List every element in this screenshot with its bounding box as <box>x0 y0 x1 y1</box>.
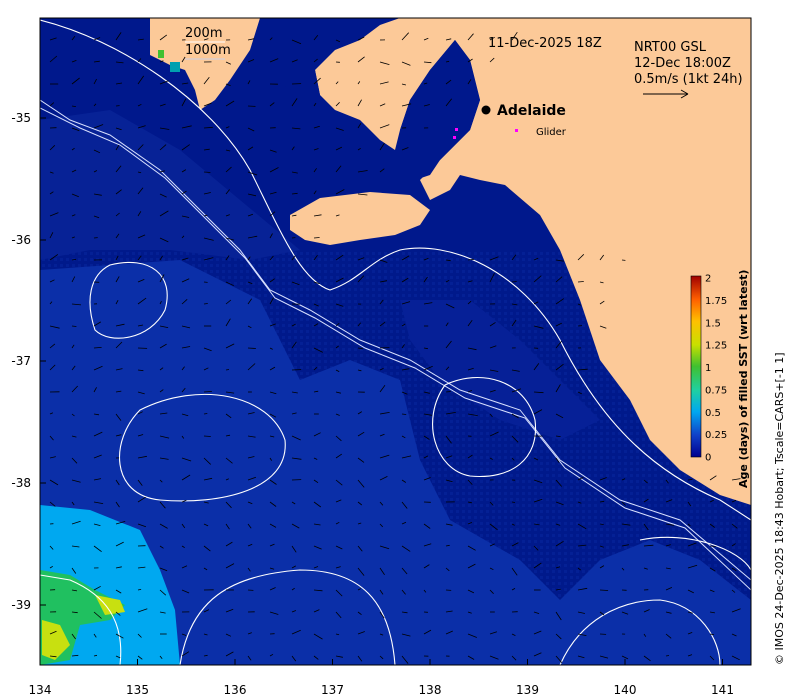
y-tick-label: -38 <box>11 476 31 490</box>
x-tick-label: 134 <box>29 683 52 697</box>
colorbar-tick-label: 2 <box>705 274 711 285</box>
nearshore-patch <box>158 50 164 58</box>
current-vector <box>709 545 716 547</box>
current-vector <box>203 171 211 173</box>
current-vector <box>665 655 670 657</box>
current-vector <box>203 435 211 437</box>
model-time-label: 12-Dec 18:00Z <box>634 56 731 71</box>
current-vector <box>599 589 609 591</box>
x-tick-label: 137 <box>321 683 344 697</box>
current-vector <box>203 413 208 415</box>
credit-text: © IMOS 24-Dec-2025 18:43 Hobart; Tscale=… <box>773 352 786 665</box>
sst-map: 200m 1000m 11-Dec-2025 18Z NRT00 GSL 12-… <box>11 17 786 697</box>
model-label: NRT00 GSL <box>634 40 707 55</box>
adelaide-marker <box>481 105 491 115</box>
colorbar-tick-label: 1.25 <box>705 341 727 352</box>
current-vector <box>203 303 208 305</box>
current-vector <box>247 347 256 349</box>
current-vector <box>577 281 584 283</box>
date-label: 11-Dec-2025 18Z <box>488 36 602 51</box>
colorbar-tick-label: 0.75 <box>705 385 727 396</box>
current-vector <box>71 325 77 327</box>
scale-label: 0.5m/s (1kt 24h) <box>634 72 743 87</box>
current-vector <box>511 281 517 283</box>
y-tick-label: -35 <box>11 111 31 125</box>
current-vector <box>445 391 451 393</box>
glider-track-point <box>455 128 458 131</box>
map-area <box>40 18 751 665</box>
current-vector <box>225 369 230 371</box>
colorbar-tick-label: 0.5 <box>705 408 721 419</box>
glider-label: Glider <box>536 127 567 138</box>
colorbar-tick-label: 1.5 <box>705 318 721 329</box>
y-tick-label: -39 <box>11 598 31 612</box>
colorbar-tick-label: 1 <box>705 363 711 374</box>
city-label: Adelaide <box>497 103 566 119</box>
x-tick-label: 138 <box>419 683 442 697</box>
x-tick-label: 141 <box>711 683 734 697</box>
colorbar-gradient <box>690 275 702 458</box>
current-vector <box>313 237 320 239</box>
current-vector <box>401 413 407 415</box>
x-tick-label: 135 <box>126 683 149 697</box>
nearshore-patch-2 <box>170 62 180 72</box>
colorbar-title: Age (days) of filled SST (wrt latest) <box>737 270 750 488</box>
colorbar-tick-label: 0.25 <box>705 430 727 441</box>
bathy-1000m-label: 1000m <box>185 43 231 58</box>
bathy-200m-label: 200m <box>185 26 222 41</box>
y-tick-label: -36 <box>11 233 31 247</box>
colorbar-tick-label: 1.75 <box>705 296 727 307</box>
x-tick-label: 136 <box>224 683 247 697</box>
x-tick-label: 139 <box>516 683 539 697</box>
colorbar-tick-label: 0 <box>705 453 711 464</box>
glider-legend-marker <box>515 129 518 132</box>
x-tick-label: 140 <box>614 683 637 697</box>
y-tick-label: -37 <box>11 354 31 368</box>
glider-track-point <box>453 136 456 139</box>
current-vector <box>511 501 516 503</box>
